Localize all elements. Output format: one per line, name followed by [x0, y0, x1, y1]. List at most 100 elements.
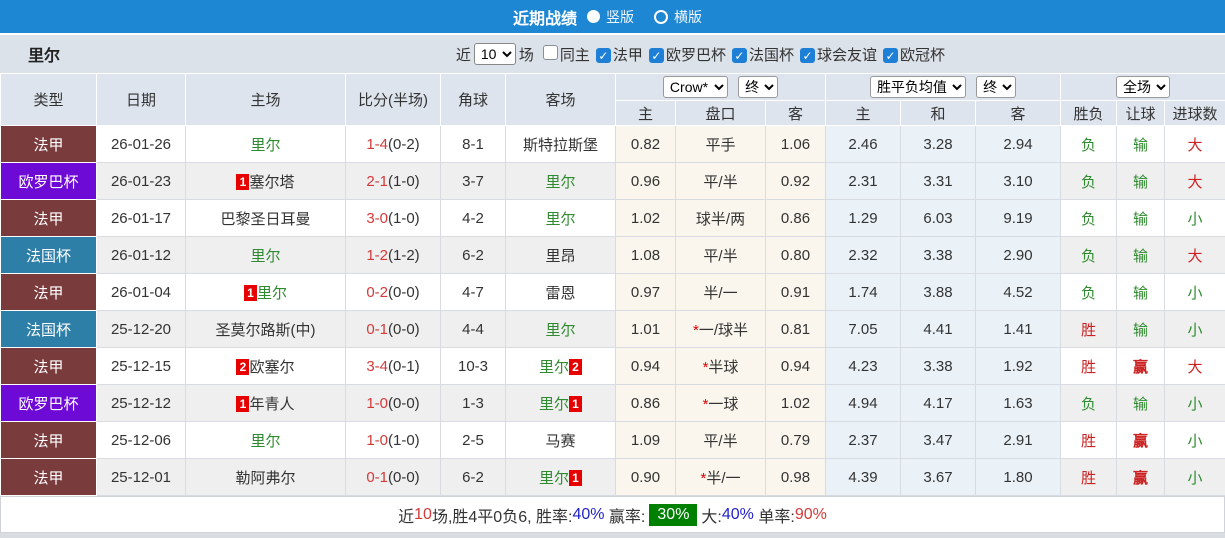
goals-result-cell: 大	[1165, 163, 1225, 200]
sub-header-euro-draw: 和	[901, 101, 976, 126]
summary-footer: 近10场,胜4平0负6, 胜率:40% 赢率:30%大:40% 单率:90%	[0, 496, 1225, 533]
filter-label: 同主	[560, 47, 590, 64]
euro-away-odds-cell: 1.92	[976, 348, 1061, 385]
asian-home-odds-cell: 1.08	[616, 237, 676, 274]
sub-header-wdl: 胜负	[1061, 101, 1117, 126]
filter-checkbox-欧冠杯[interactable]: ✓	[883, 48, 898, 63]
fulltime-score: 1-0	[366, 432, 388, 449]
goals-result-cell: 大	[1165, 126, 1225, 163]
team-label: 欧塞尔	[249, 359, 294, 376]
handicap-cell: 平/半	[676, 163, 766, 200]
scope-select[interactable]: 全场	[1116, 76, 1170, 98]
league-type-cell: 法甲	[1, 126, 97, 163]
odds-company-select[interactable]: Crow*	[663, 76, 728, 98]
date-cell: 26-01-23	[97, 163, 186, 200]
handicap-cell: 球半/两	[676, 200, 766, 237]
euro-home-odds-cell: 2.31	[826, 163, 901, 200]
toolbar: 里尔 近 10 场 同主✓法甲✓欧罗巴杯✓法国杯✓球会友谊✓欧冠杯	[0, 35, 1225, 73]
corner-cell: 6-2	[441, 237, 506, 274]
home-team-cell: 巴黎圣日耳曼	[186, 200, 346, 237]
fulltime-score: 0-2	[366, 284, 388, 301]
vertical-layout-label[interactable]: 竖版	[606, 7, 634, 27]
fulltime-score: 3-0	[366, 210, 388, 227]
horizontal-layout-radio[interactable]	[654, 10, 668, 24]
asian-away-odds-cell: 1.02	[766, 385, 826, 422]
date-cell: 25-12-12	[97, 385, 186, 422]
league-type-cell: 欧罗巴杯	[1, 163, 97, 200]
filter-checkbox-同主[interactable]	[543, 45, 558, 60]
asian-away-odds-cell: 0.81	[766, 311, 826, 348]
euro-draw-odds-cell: 3.47	[901, 422, 976, 459]
euro-draw-odds-cell: 3.38	[901, 237, 976, 274]
away-team-cell: 里尔	[506, 200, 616, 237]
table-row: 法国杯25-12-20圣莫尔路斯(中)0-1(0-0)4-4里尔1.01*一/球…	[1, 311, 1225, 348]
goals-result-cell: 小	[1165, 422, 1225, 459]
league-type-cell: 法甲	[1, 274, 97, 311]
sub-header-asian-home: 主	[616, 101, 676, 126]
corner-cell: 8-1	[441, 126, 506, 163]
asian-home-odds-cell: 0.86	[616, 385, 676, 422]
asian-away-odds-cell: 0.91	[766, 274, 826, 311]
away-team-cell: 斯特拉斯堡	[506, 126, 616, 163]
euro-home-odds-cell: 2.37	[826, 422, 901, 459]
filter-checkbox-球会友谊[interactable]: ✓	[800, 48, 815, 63]
fulltime-score: 1-2	[366, 247, 388, 264]
card-badge: 1	[236, 174, 249, 190]
handicap-result-cell: 输	[1117, 311, 1165, 348]
team-label: 里昂	[545, 248, 575, 265]
fulltime-score: 1-0	[366, 395, 388, 412]
asian-away-odds-cell: 0.79	[766, 422, 826, 459]
halftime-score: (1-0)	[388, 432, 420, 449]
team-label: 塞尔塔	[249, 174, 294, 191]
euro-away-odds-cell: 2.94	[976, 126, 1061, 163]
table-body: 法甲26-01-26里尔1-4(0-2)8-1斯特拉斯堡0.82平手1.062.…	[1, 126, 1225, 496]
horizontal-layout-label[interactable]: 横版	[674, 7, 702, 27]
team-label: 里尔	[257, 285, 287, 302]
asian-home-odds-cell: 0.82	[616, 126, 676, 163]
wdl-result-cell: 胜	[1061, 348, 1117, 385]
score-cell: 0-1(0-0)	[346, 459, 441, 496]
euro-time-select[interactable]: 终	[976, 76, 1016, 98]
summary-segment: 90%	[795, 506, 827, 524]
home-team-cell: 1里尔	[186, 274, 346, 311]
games-label: 场	[519, 44, 534, 65]
corner-cell: 10-3	[441, 348, 506, 385]
away-team-cell: 雷恩	[506, 274, 616, 311]
filter-checkboxes: 同主✓法甲✓欧罗巴杯✓法国杯✓球会友谊✓欧冠杯	[537, 44, 945, 65]
goals-result-cell: 小	[1165, 311, 1225, 348]
handicap-result-cell: 输	[1117, 200, 1165, 237]
handicap-result-cell: 输	[1117, 237, 1165, 274]
handicap-cell: 半/一	[676, 274, 766, 311]
handicap-cell: *一球	[676, 385, 766, 422]
fulltime-score: 0-1	[366, 469, 388, 486]
away-team-cell: 马赛	[506, 422, 616, 459]
results-table: 类型 日期 主场 比分(半场) 角球 客场 Crow* 终 胜平负均值 终 全场…	[0, 73, 1225, 496]
vertical-layout-radio[interactable]	[587, 10, 600, 23]
date-cell: 26-01-04	[97, 274, 186, 311]
home-team-cell: 里尔	[186, 237, 346, 274]
home-team-cell: 里尔	[186, 422, 346, 459]
fulltime-score: 1-4	[366, 136, 388, 153]
filter-checkbox-法甲[interactable]: ✓	[596, 48, 611, 63]
away-team-cell: 里尔1	[506, 459, 616, 496]
filter-checkbox-法国杯[interactable]: ✓	[732, 48, 747, 63]
date-cell: 25-12-20	[97, 311, 186, 348]
euro-odds-select[interactable]: 胜平负均值	[870, 76, 966, 98]
team-name: 里尔	[28, 42, 60, 66]
filter-label: 法国杯	[749, 47, 794, 64]
score-cell: 2-1(1-0)	[346, 163, 441, 200]
handicap-cell: *一/球半	[676, 311, 766, 348]
euro-away-odds-cell: 1.41	[976, 311, 1061, 348]
halftime-score: (0-0)	[388, 284, 420, 301]
odds-time-select[interactable]: 终	[738, 76, 778, 98]
recent-count-select[interactable]: 10	[474, 43, 516, 65]
filter-label: 球会友谊	[817, 47, 877, 64]
league-type-cell: 法国杯	[1, 237, 97, 274]
euro-draw-odds-cell: 3.28	[901, 126, 976, 163]
handicap-result-cell: 输	[1117, 385, 1165, 422]
filter-checkbox-欧罗巴杯[interactable]: ✓	[649, 48, 664, 63]
team-label: 里尔	[545, 322, 575, 339]
halftime-score: (0-1)	[388, 358, 420, 375]
title-bar: 近期战绩 竖版 横版	[0, 0, 1225, 33]
corner-cell: 3-7	[441, 163, 506, 200]
